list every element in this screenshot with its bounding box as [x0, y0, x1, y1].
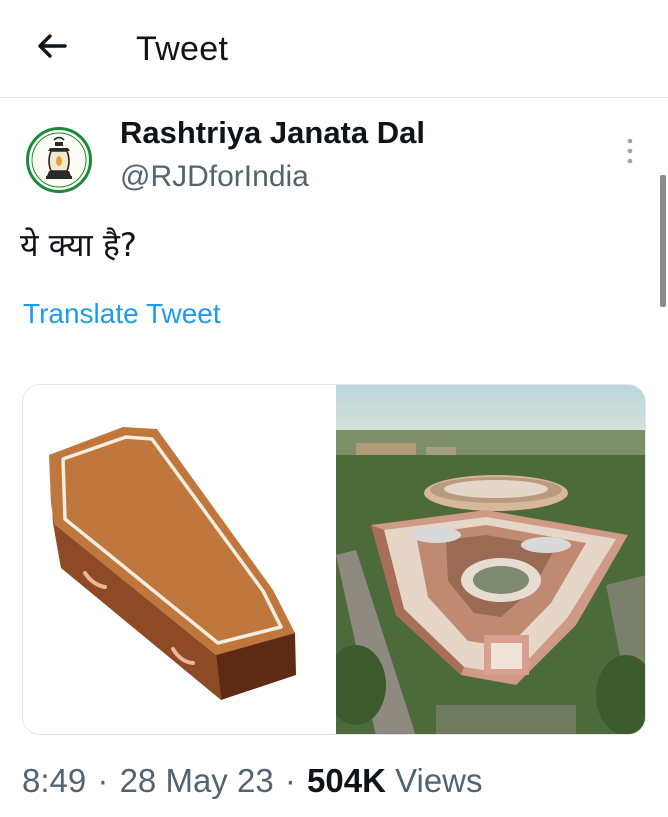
separator: ·	[97, 762, 109, 799]
author-name[interactable]: Rashtriya Janata Dal	[120, 115, 425, 151]
back-button[interactable]	[30, 28, 74, 72]
page-title: Tweet	[136, 30, 229, 68]
avatar[interactable]	[26, 127, 92, 193]
tweet-meta: 8:49 · 28 May 23 · 504K Views	[22, 762, 483, 800]
translate-tweet-link[interactable]: Translate Tweet	[23, 298, 221, 330]
arrow-left-icon	[38, 34, 67, 58]
scrollbar[interactable]	[660, 175, 666, 307]
more-options-button[interactable]	[620, 133, 640, 173]
tweet-date[interactable]: 28 May 23	[120, 762, 274, 799]
more-vertical-icon	[627, 138, 633, 164]
lantern-logo-icon	[26, 127, 92, 193]
coffin-image[interactable]	[23, 385, 336, 734]
top-bar: Tweet	[0, 0, 668, 98]
building-photo	[326, 385, 645, 734]
views-label: Views	[395, 762, 483, 799]
author-handle[interactable]: @RJDforIndia	[120, 160, 309, 194]
media-grid	[22, 384, 646, 735]
coffin-icon	[49, 427, 296, 700]
tweet-time[interactable]: 8:49	[22, 762, 86, 799]
parliament-aerial-photo[interactable]	[326, 385, 645, 734]
tweet-text: ये क्या है?	[20, 226, 137, 264]
separator: ·	[284, 762, 296, 799]
views-count[interactable]: 504K	[307, 762, 386, 799]
